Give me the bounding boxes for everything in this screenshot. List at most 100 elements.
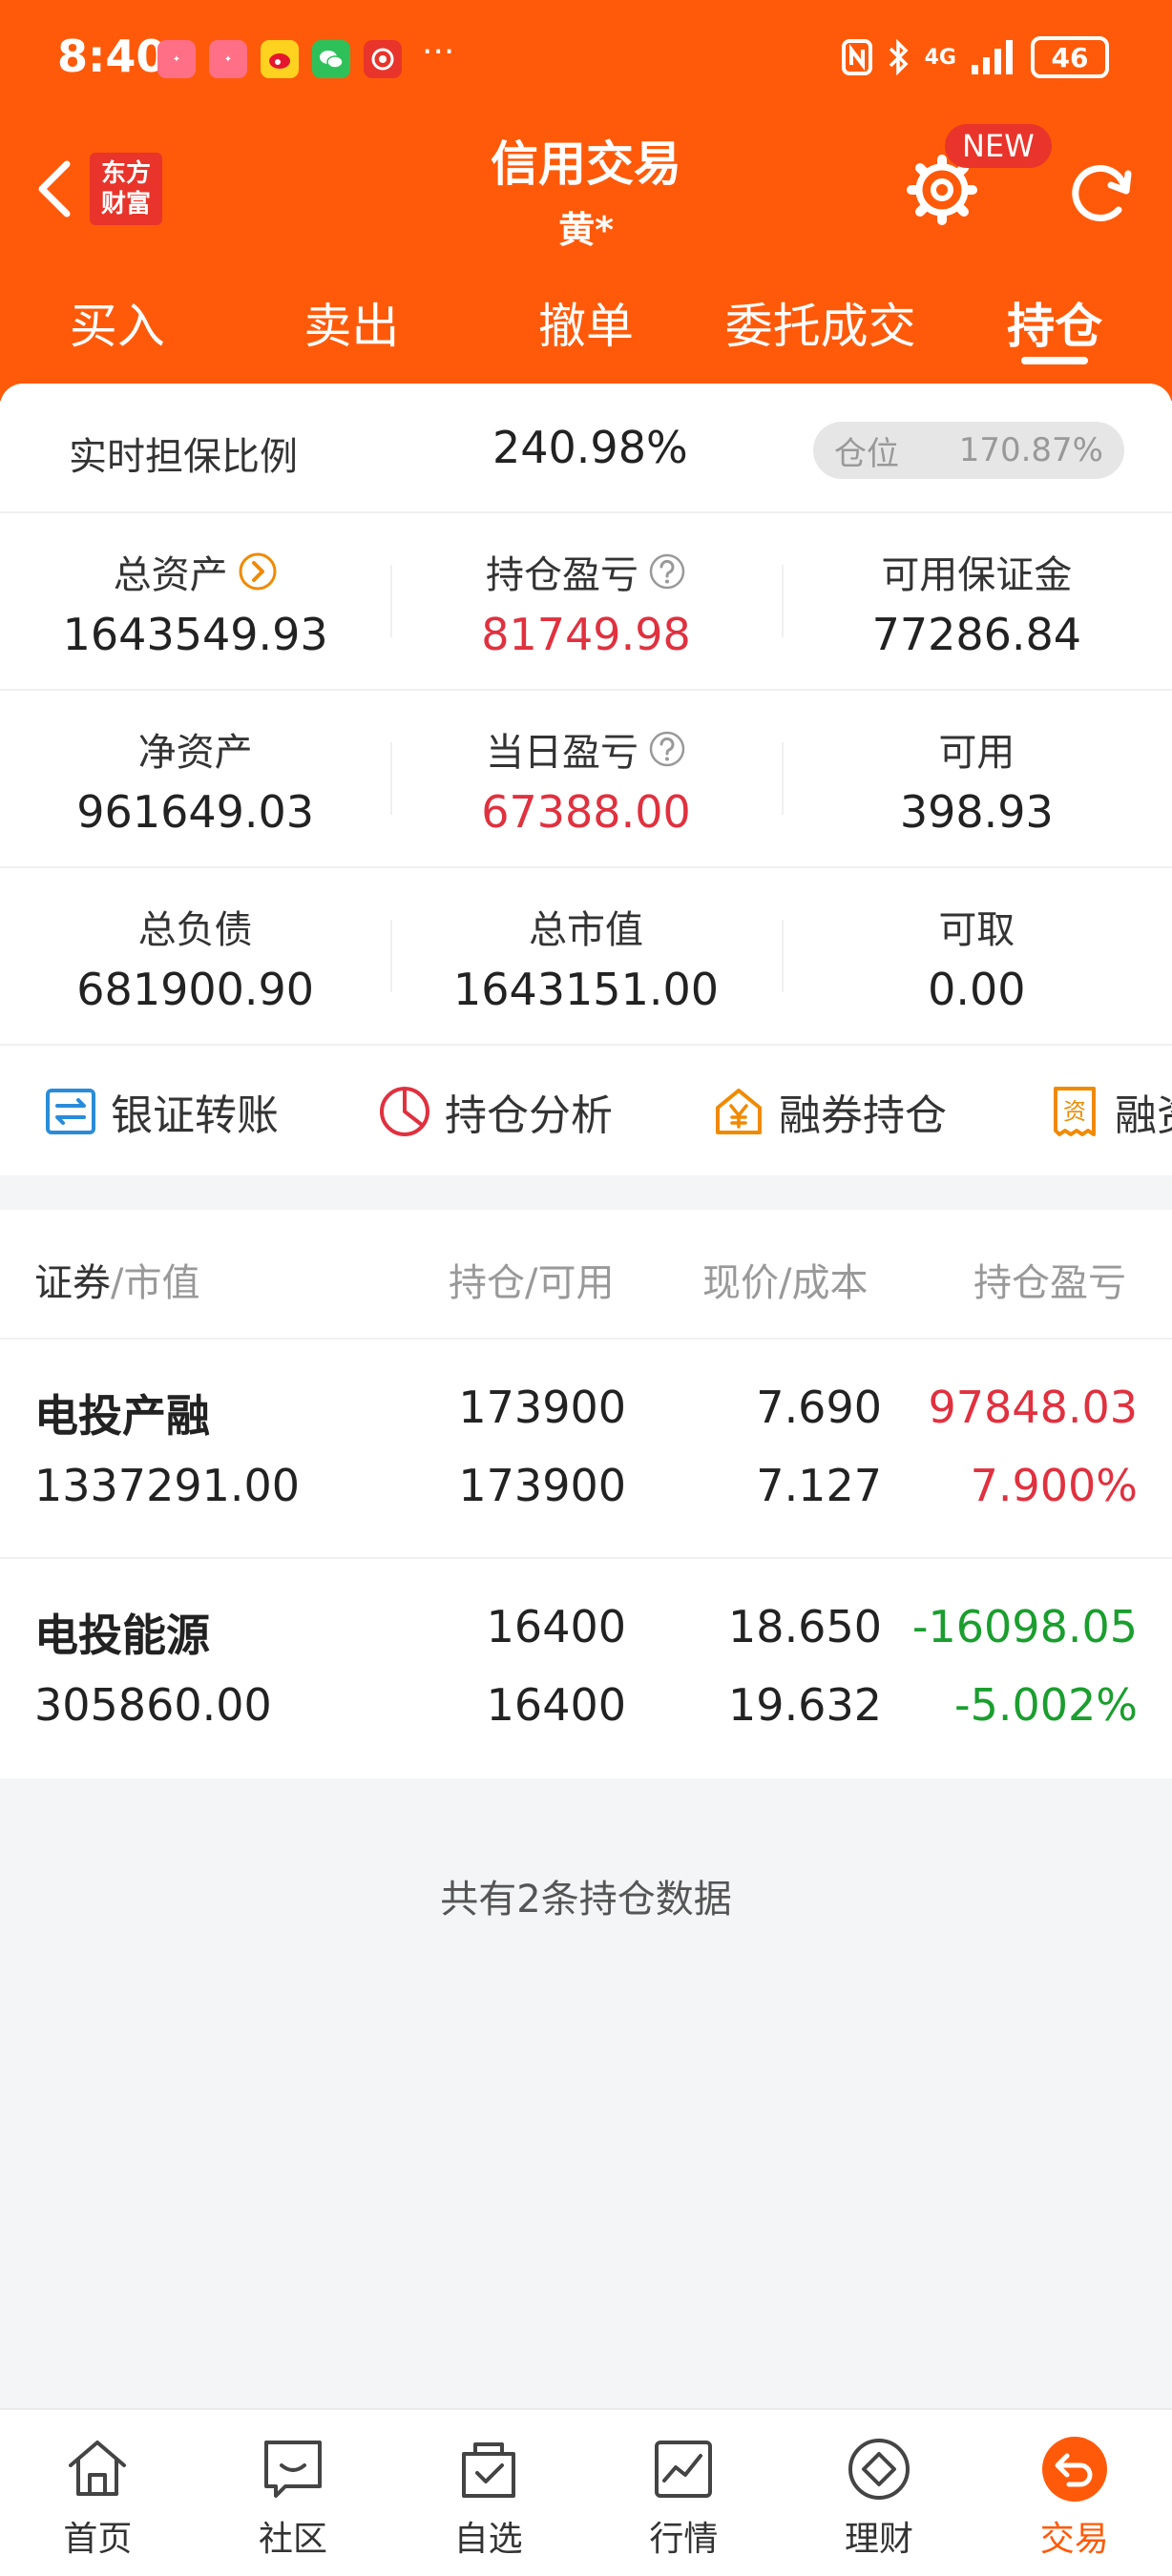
nav-label: 自选 — [453, 2520, 523, 2559]
net-assets-cell: 净资产 961649.03 — [0, 691, 390, 866]
svg-text:资: 资 — [1063, 1098, 1086, 1125]
security-name: 电投能源 — [34, 1610, 210, 1661]
available-qty: 173900 — [458, 1460, 626, 1511]
available-margin-value: 77286.84 — [871, 609, 1082, 660]
nav-trade[interactable]: 交易 — [976, 2410, 1172, 2576]
account-summary-card: 实时担保比例 240.98% 仓位 170.87% 总资产 1643549.93… — [0, 384, 1172, 1175]
eastmoney-notify-icon — [364, 40, 402, 78]
position-ratio-label: 仓位 — [834, 434, 899, 473]
signal-icon — [972, 40, 1013, 74]
short-position-button[interactable]: 融券持仓 — [710, 1081, 947, 1142]
security-market-value: 1337291.00 — [34, 1460, 301, 1511]
total-assets-value: 1643549.93 — [62, 609, 328, 660]
cost-price: 7.127 — [756, 1460, 882, 1511]
checked-bag-icon — [461, 2442, 515, 2498]
table-row[interactable]: 电投能源 305860.00 16400 16400 18.650 19.632… — [0, 1559, 1172, 1778]
total-liabilities-cell: 总负债 681900.90 — [0, 868, 390, 1044]
nav-label: 交易 — [1039, 2520, 1109, 2559]
total-assets-cell[interactable]: 总资产 1643549.93 — [0, 513, 390, 689]
security-name: 电投产融 — [34, 1390, 210, 1442]
available-margin-label: 可用保证金 — [881, 553, 1073, 597]
chat-icon — [264, 2441, 322, 2498]
position-analysis-button[interactable]: 持仓分析 — [376, 1081, 613, 1142]
weibo-icon — [261, 40, 299, 78]
header-pnl[interactable]: 持仓盈亏 — [973, 1252, 1136, 1307]
position-qty: 16400 — [486, 1601, 626, 1652]
position-qty: 173900 — [458, 1381, 626, 1433]
available-cash-value: 398.93 — [899, 786, 1054, 838]
position-pnl-percent: -5.002% — [954, 1679, 1138, 1731]
tab-buy[interactable]: 买入 — [0, 277, 235, 382]
home-icon — [69, 2441, 127, 2496]
bank-securities-transfer-button[interactable]: 银证转账 — [42, 1081, 279, 1142]
nav-wealth[interactable]: 理财 — [782, 2410, 977, 2576]
table-row[interactable]: 电投产融 1337291.00 173900 173900 7.690 7.12… — [0, 1340, 1172, 1559]
huawei-app-icon-2: ✦ — [209, 40, 247, 78]
trade-tabs: 买入 卖出 撤单 委托成交 持仓 — [0, 277, 1172, 382]
header-position[interactable]: 持仓/可用 — [449, 1252, 614, 1307]
yen-house-icon — [716, 1089, 762, 1134]
current-price: 18.650 — [728, 1601, 882, 1652]
header-price[interactable]: 现价/成本 — [702, 1252, 868, 1307]
daily-pnl-value: 67388.00 — [481, 786, 691, 838]
daily-pnl-label: 当日盈亏 — [485, 731, 638, 775]
question-circle-icon[interactable] — [648, 552, 686, 591]
position-pnl-value: 81749.98 — [481, 609, 691, 660]
quick-action-label: 持仓分析 — [445, 1091, 613, 1140]
position-pnl-label: 持仓盈亏 — [485, 553, 638, 597]
tab-cancel-order[interactable]: 撤单 — [469, 277, 703, 382]
total-liabilities-label: 总负债 — [137, 908, 253, 952]
nav-label: 首页 — [63, 2520, 133, 2559]
summary-row-1: 总资产 1643549.93 持仓盈亏 81749.98 可用保证金 77286… — [0, 513, 1172, 691]
available-qty: 16400 — [486, 1679, 626, 1731]
trade-icon — [1041, 2437, 1107, 2502]
bluetooth-icon — [889, 38, 909, 76]
net-assets-label: 净资产 — [137, 731, 253, 775]
tab-orders-fills[interactable]: 委托成交 — [703, 277, 938, 382]
diamond-icon — [848, 2439, 910, 2500]
status-bar: 8:40 ✦ ✦ ··· 4G 46 — [0, 0, 1172, 114]
cost-price: 19.632 — [728, 1679, 882, 1731]
total-market-value-cell: 总市值 1643151.00 — [390, 868, 781, 1044]
app-header: 8:40 ✦ ✦ ··· 4G 46 东方财富 信用交易 黄* NEW 买入 卖… — [0, 0, 1172, 401]
network-type: 4G — [924, 45, 956, 70]
quick-action-label: 银证转账 — [111, 1091, 279, 1140]
quick-action-label: 融券持仓 — [779, 1091, 947, 1140]
positions-table: 证券/市值 持仓/可用 现价/成本 持仓盈亏 电投产融 1337291.00 1… — [0, 1210, 1172, 1778]
notification-icons: ✦ ✦ — [157, 40, 402, 78]
account-name: 黄* — [558, 209, 614, 251]
security-market-value: 305860.00 — [34, 1679, 272, 1731]
pie-chart-icon — [380, 1087, 429, 1136]
huawei-app-icon: ✦ — [157, 40, 196, 78]
withdrawable-value: 0.00 — [928, 964, 1026, 1015]
daily-pnl-cell: 当日盈亏 67388.00 — [390, 691, 781, 866]
header-security[interactable]: 证券/市值 — [34, 1252, 199, 1307]
position-pnl-cell: 持仓盈亏 81749.98 — [390, 513, 781, 689]
tab-sell[interactable]: 卖出 — [235, 277, 470, 382]
question-circle-icon[interactable] — [648, 730, 686, 768]
nav-watchlist[interactable]: 自选 — [390, 2410, 586, 2576]
quick-action-label: 融资 — [1115, 1091, 1172, 1140]
bottom-navigation: 首页 社区 自选 行情 理财 交易 — [0, 2408, 1172, 2576]
net-assets-value: 961649.03 — [76, 786, 315, 838]
position-ratio-value: 170.87% — [958, 431, 1103, 469]
margin-financing-button[interactable]: 资 融资 — [1046, 1081, 1172, 1142]
collateral-ratio-row: 实时担保比例 240.98% 仓位 170.87% — [0, 384, 1172, 513]
arrow-right-circle-icon[interactable] — [238, 551, 278, 592]
nav-community[interactable]: 社区 — [196, 2410, 391, 2576]
status-time: 8:40 — [57, 31, 167, 82]
refresh-icon[interactable] — [1061, 153, 1140, 231]
position-pnl-amount: -16098.05 — [911, 1601, 1138, 1652]
transfer-icon — [46, 1089, 95, 1134]
withdrawable-label: 可取 — [938, 908, 1015, 952]
nav-home[interactable]: 首页 — [0, 2410, 196, 2576]
positions-count-note: 共有2条持仓数据 — [440, 1878, 732, 1922]
nav-market[interactable]: 行情 — [586, 2410, 782, 2576]
position-pnl-amount: 97848.03 — [928, 1381, 1139, 1433]
summary-row-2: 净资产 961649.03 当日盈亏 67388.00 可用 398.93 — [0, 691, 1172, 868]
receipt-icon: 资 — [1054, 1087, 1096, 1136]
tab-positions[interactable]: 持仓 — [937, 277, 1172, 382]
collateral-ratio-value: 240.98% — [492, 422, 688, 473]
line-chart-icon — [655, 2441, 713, 2498]
total-market-value-value: 1643151.00 — [452, 964, 719, 1015]
